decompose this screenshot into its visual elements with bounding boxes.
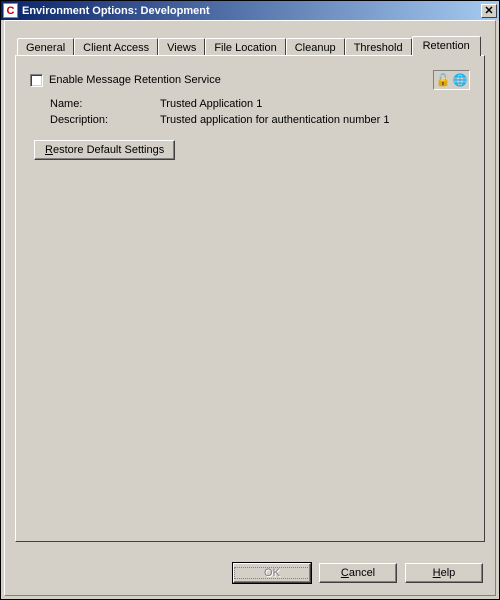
name-label: Name:: [50, 98, 160, 110]
tab-cleanup[interactable]: Cleanup: [286, 38, 345, 55]
description-value: Trusted application for authentication n…: [160, 114, 470, 126]
security-icon-group: 🔓 🌐: [433, 70, 470, 90]
title-bar: C Environment Options: Development ✕: [1, 1, 499, 20]
cancel-underline: C: [341, 567, 349, 579]
window-title: Environment Options: Development: [22, 5, 481, 17]
tab-file-location[interactable]: File Location: [205, 38, 285, 55]
name-value: Trusted Application 1: [160, 98, 470, 110]
dialog-buttons: OK Cancel Help: [233, 563, 483, 583]
tab-strip: General Client Access Views File Locatio…: [15, 33, 485, 55]
help-button[interactable]: Help: [405, 563, 483, 583]
enable-retention-label: Enable Message Retention Service: [49, 74, 221, 86]
tab-label: General: [26, 42, 65, 54]
client-area: General Client Access Views File Locatio…: [4, 20, 496, 596]
globe-icon[interactable]: 🌐: [452, 72, 468, 88]
tab-client-access[interactable]: Client Access: [74, 38, 158, 55]
enable-retention-checkbox[interactable]: [30, 74, 43, 87]
tab-label: Retention: [423, 40, 470, 52]
close-button[interactable]: ✕: [481, 4, 497, 18]
retention-fields: Name: Trusted Application 1 Description:…: [50, 98, 470, 126]
help-rest: elp: [441, 567, 456, 579]
restore-rest: estore Default Settings: [53, 144, 164, 156]
tab-label: Cleanup: [295, 42, 336, 54]
tab-threshold[interactable]: Threshold: [345, 38, 412, 55]
tab-label: Client Access: [83, 42, 149, 54]
ok-button[interactable]: OK: [233, 563, 311, 583]
tab-label: File Location: [214, 42, 276, 54]
cancel-button[interactable]: Cancel: [319, 563, 397, 583]
restore-wrap: Restore Default Settings: [34, 140, 470, 160]
restore-underline: R: [45, 144, 53, 156]
close-icon: ✕: [484, 4, 493, 17]
tab-label: Views: [167, 42, 196, 54]
tab-general[interactable]: General: [17, 38, 74, 55]
help-underline: H: [433, 567, 441, 579]
app-icon: C: [3, 3, 18, 18]
cancel-rest: ancel: [349, 567, 375, 579]
enable-retention-row: Enable Message Retention Service 🔓 🌐: [30, 70, 470, 90]
description-label: Description:: [50, 114, 160, 126]
lock-icon[interactable]: 🔓: [435, 72, 451, 88]
tab-views[interactable]: Views: [158, 38, 205, 55]
app-icon-letter: C: [7, 5, 15, 17]
restore-defaults-button[interactable]: Restore Default Settings: [34, 140, 175, 160]
title-buttons: ✕: [481, 4, 497, 18]
tab-retention[interactable]: Retention: [412, 36, 481, 56]
tab-label: Threshold: [354, 42, 403, 54]
retention-panel: Enable Message Retention Service 🔓 🌐 Nam…: [15, 55, 485, 542]
ok-label: OK: [234, 567, 310, 579]
